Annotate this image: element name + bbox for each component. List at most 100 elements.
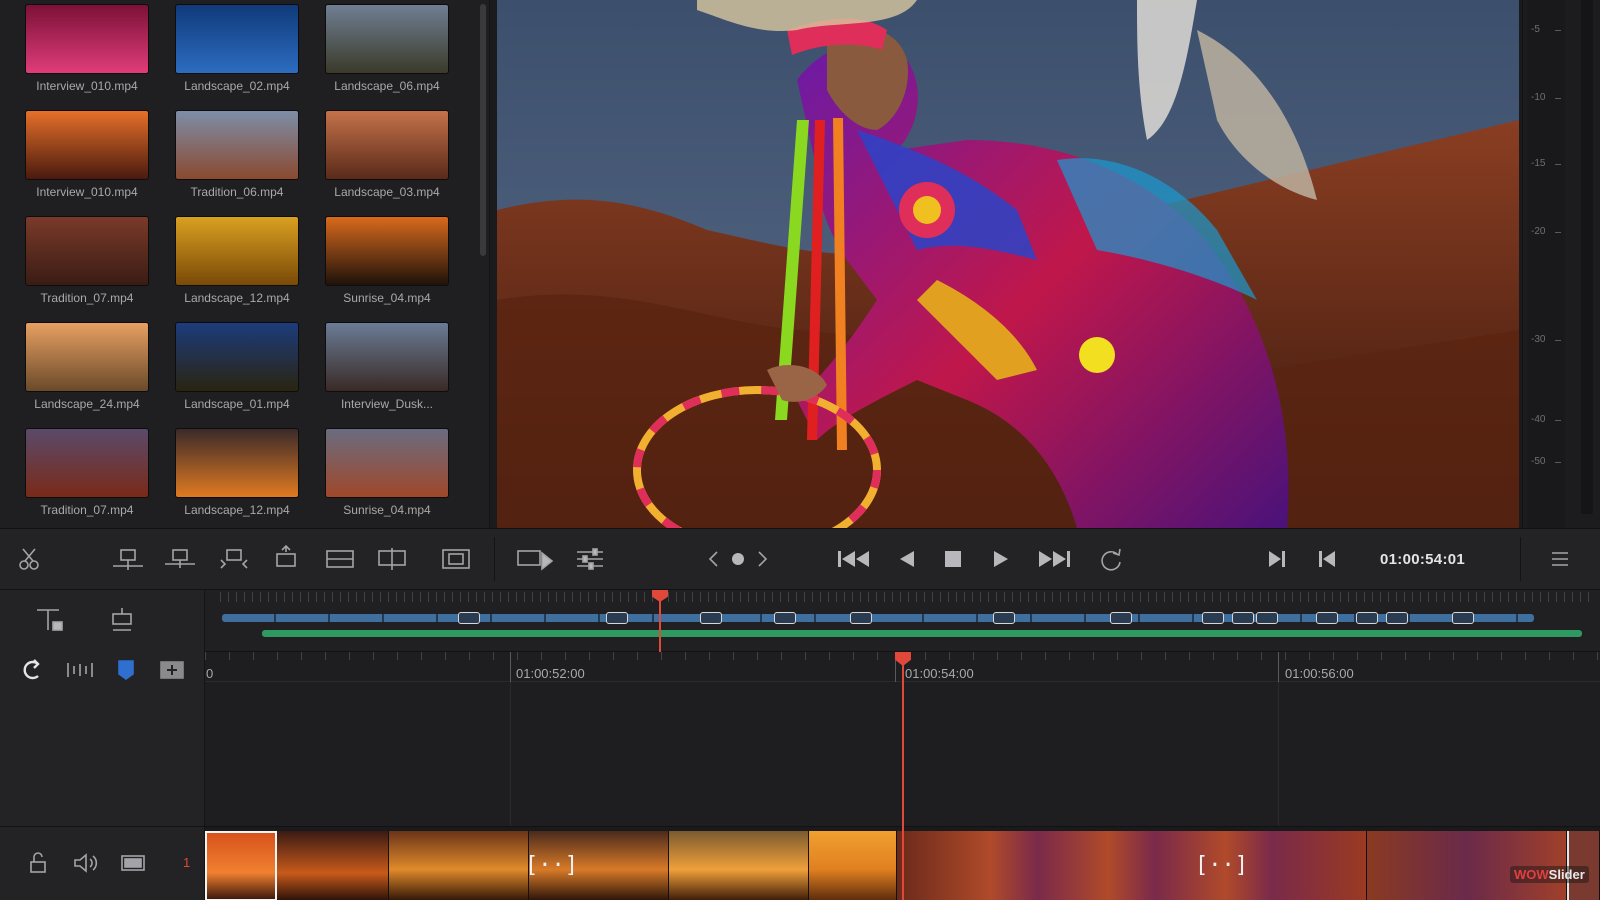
mark-in-icon[interactable]	[1262, 541, 1292, 577]
track-selector-icon[interactable]	[102, 602, 142, 638]
clip-name: Tradition_07.mp4	[40, 291, 134, 305]
clip-thumbnail	[25, 216, 149, 286]
media-clip[interactable]: Landscape_12.mp4	[167, 216, 307, 305]
stop-icon[interactable]	[938, 541, 968, 577]
sync-settings-icon[interactable]	[570, 541, 610, 577]
transport-toolbar: 01:00:54:01	[0, 528, 1600, 590]
clip-name: Sunrise_04.mp4	[343, 291, 431, 305]
meter-tick-label: -15	[1531, 158, 1562, 169]
timeline-clip[interactable]	[897, 831, 1367, 900]
clip-marker[interactable]	[700, 612, 722, 624]
track-audio-icon[interactable]	[68, 845, 102, 881]
media-pool-panel: Interview_010.mp4 Landscape_02.mp4 Landsca…	[0, 0, 490, 530]
clip-marker[interactable]	[993, 612, 1015, 624]
loop-icon[interactable]	[1092, 541, 1128, 577]
clip-marker[interactable]	[1232, 612, 1254, 624]
go-to-end-icon[interactable]	[1034, 541, 1074, 577]
media-clip[interactable]: Sunrise_04.mp4	[317, 216, 457, 305]
media-clip[interactable]: Landscape_12.mp4	[167, 428, 307, 517]
replace-clip-icon[interactable]	[214, 541, 254, 577]
prev-clip-icon[interactable]	[700, 541, 726, 577]
add-marker-icon[interactable]	[154, 652, 190, 688]
clip-name: Landscape_12.mp4	[184, 503, 290, 517]
viewer-frame	[497, 0, 1519, 528]
append-icon[interactable]	[320, 541, 360, 577]
media-clip[interactable]: Interview_Dusk...	[317, 322, 457, 411]
timeline-clip[interactable]	[669, 831, 809, 900]
play-icon[interactable]	[986, 541, 1016, 577]
clip-name: Landscape_06.mp4	[334, 79, 440, 93]
media-clip[interactable]: Interview_010.mp4	[17, 4, 157, 93]
media-clip[interactable]: Tradition_07.mp4	[17, 216, 157, 305]
audio-meter: -5 -10 -15 -20 -30 -40 -50	[1522, 0, 1600, 528]
place-on-top-icon[interactable]	[266, 541, 306, 577]
meter-level-bar	[1581, 0, 1593, 514]
meter-tick-label: -40	[1531, 414, 1562, 425]
mark-dot-icon[interactable]	[726, 541, 750, 577]
transition-marker[interactable]: [··]	[1195, 853, 1248, 878]
media-clip[interactable]: Sunrise_04.mp4	[317, 428, 457, 517]
media-clip[interactable]: Landscape_03.mp4	[317, 110, 457, 199]
media-clip[interactable]: Tradition_07.mp4	[17, 428, 157, 517]
clip-thumbnail	[25, 322, 149, 392]
media-clip[interactable]: Tradition_06.mp4	[167, 110, 307, 199]
audio-waveform-icon[interactable]	[62, 652, 98, 688]
ruler-major-tick	[510, 652, 511, 682]
media-clip[interactable]: Interview_010.mp4	[17, 110, 157, 199]
timeline-clip-selected[interactable]	[205, 831, 277, 900]
reverse-play-icon[interactable]	[892, 541, 922, 577]
clip-name: Tradition_06.mp4	[190, 185, 284, 199]
clip-marker[interactable]	[458, 612, 480, 624]
clip-thumbnail	[325, 428, 449, 498]
blade-lock-icon[interactable]	[30, 602, 70, 638]
audio-track-overview[interactable]	[262, 630, 1582, 637]
timeline-playhead[interactable]	[902, 652, 904, 900]
clip-marker[interactable]	[850, 612, 872, 624]
close-up-icon[interactable]	[436, 541, 476, 577]
clip-marker[interactable]	[1256, 612, 1278, 624]
clip-marker[interactable]	[606, 612, 628, 624]
menu-icon[interactable]	[1546, 541, 1574, 577]
clip-marker[interactable]	[1316, 612, 1338, 624]
viewer-image	[497, 0, 1519, 528]
track-video-icon[interactable]	[116, 845, 150, 881]
track-lock-icon[interactable]	[22, 845, 54, 881]
timeline-clip[interactable]	[277, 831, 389, 900]
clip-thumbnail	[175, 428, 299, 498]
media-clip[interactable]: Landscape_06.mp4	[317, 4, 457, 93]
overview-playhead[interactable]	[659, 590, 661, 652]
meter-tick-label: -50	[1531, 456, 1562, 467]
timeline-clip[interactable]	[809, 831, 897, 900]
clip-marker[interactable]	[1202, 612, 1224, 624]
media-clip[interactable]: Landscape_24.mp4	[17, 322, 157, 411]
clip-marker[interactable]	[1356, 612, 1378, 624]
overwrite-clip-icon[interactable]	[160, 541, 200, 577]
snapping-icon[interactable]	[14, 652, 50, 688]
clip-marker[interactable]	[1110, 612, 1132, 624]
timeline-clip[interactable]	[389, 831, 529, 900]
grid-line	[510, 682, 511, 826]
ruler-label: 0	[206, 666, 214, 681]
clip-marker[interactable]	[1452, 612, 1474, 624]
insert-clip-icon[interactable]	[108, 541, 148, 577]
clip-name: Interview_010.mp4	[36, 185, 138, 199]
overview-tool-panel	[0, 590, 205, 652]
clip-name: Landscape_24.mp4	[34, 397, 140, 411]
ripple-overwrite-icon[interactable]	[372, 541, 412, 577]
media-pool-scrollbar[interactable]	[480, 4, 486, 256]
scissors-icon[interactable]	[12, 541, 48, 577]
meter-tick-label: -5	[1531, 24, 1561, 35]
media-clip[interactable]: Landscape_02.mp4	[167, 4, 307, 93]
next-clip-icon[interactable]	[750, 541, 776, 577]
mark-out-icon[interactable]	[1312, 541, 1342, 577]
clip-marker[interactable]	[1386, 612, 1408, 624]
transition-marker[interactable]: [··]	[525, 853, 578, 878]
go-to-start-icon[interactable]	[834, 541, 874, 577]
media-clip[interactable]: Landscape_01.mp4	[167, 322, 307, 411]
clip-name: Sunrise_04.mp4	[343, 503, 431, 517]
detail-timeline: 0 01:00:52:00 01:00:54:00 01:00:56:00 1	[0, 652, 1600, 900]
flag-marker-icon[interactable]	[108, 652, 144, 688]
clip-marker[interactable]	[774, 612, 796, 624]
clip-thumbnail	[325, 4, 449, 74]
source-tape-icon[interactable]	[512, 541, 556, 577]
